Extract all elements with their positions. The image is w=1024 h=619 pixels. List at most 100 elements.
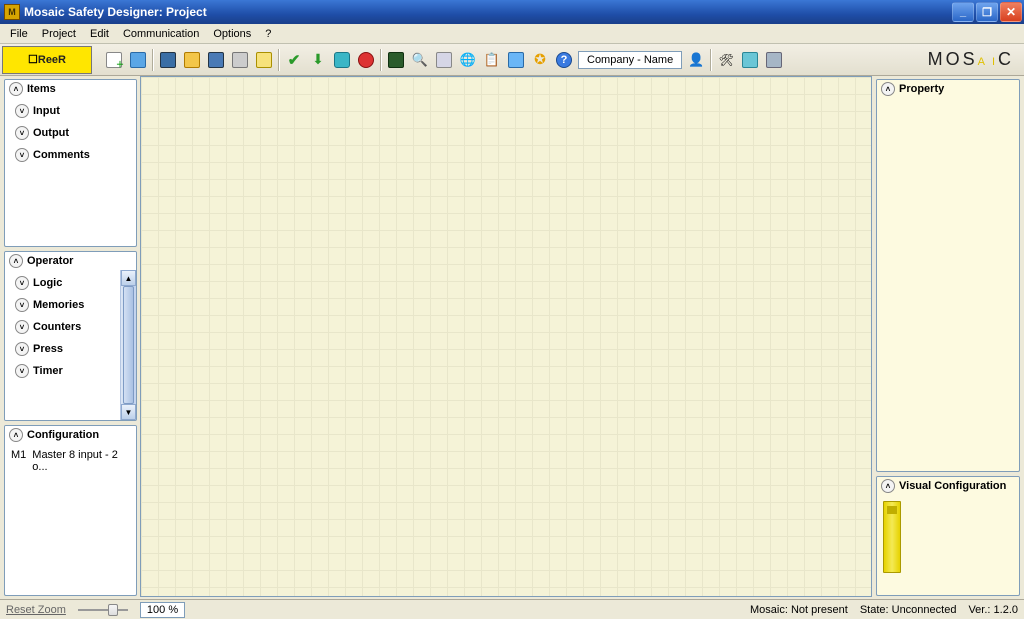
canvas-container (140, 76, 874, 599)
toolbar: ☐ReeR ＋ ✔ ⬇ 🔍 🌐 📋 ✪ ? Company - Name 👤 🛠… (0, 44, 1024, 76)
reset-zoom-link[interactable]: Reset Zoom (6, 604, 66, 616)
print-icon[interactable] (229, 49, 251, 71)
toolbar-separator (152, 49, 154, 71)
window-titlebar: M Mosaic Safety Designer: Project _ ❐ ✕ (0, 0, 1024, 24)
toolbar-separator (380, 49, 382, 71)
item-comments[interactable]: ˅Comments (7, 144, 134, 166)
item-output[interactable]: ˅Output (7, 122, 134, 144)
chevron-down-icon[interactable]: ˅ (15, 364, 29, 378)
scroll-thumb[interactable] (123, 286, 134, 404)
app-icon: M (4, 4, 20, 20)
panel-property-header[interactable]: ˄ Property (877, 80, 1019, 98)
menu-bar: File Project Edit Communication Options … (0, 24, 1024, 44)
panel-items-header[interactable]: ˄ Items (5, 80, 136, 98)
zoom-value: 100 % (140, 602, 185, 618)
status-version: Ver.: 1.2.0 (968, 604, 1018, 616)
zoom-slider[interactable] (78, 603, 128, 617)
brand-mosaic-logo: MOSAIC (928, 49, 1014, 70)
config-slot: M1 (11, 449, 26, 473)
scroll-up-arrow-icon[interactable]: ▲ (121, 270, 136, 286)
panel-configuration: ˄ Configuration M1 Master 8 input - 2 o.… (4, 425, 137, 596)
company-name-field[interactable]: Company - Name (578, 51, 682, 69)
chevron-up-icon[interactable]: ˄ (9, 428, 23, 442)
profile-icon[interactable]: 👤 (685, 49, 707, 71)
operator-timer[interactable]: ˅Timer (7, 360, 134, 382)
menu-communication[interactable]: Communication (117, 26, 205, 42)
config-icon[interactable] (763, 49, 785, 71)
menu-project[interactable]: Project (36, 26, 82, 42)
close-button[interactable]: ✕ (1000, 2, 1022, 22)
panel-operator-header[interactable]: ˄ Operator (5, 252, 136, 270)
chevron-up-icon[interactable]: ˄ (9, 254, 23, 268)
menu-options[interactable]: Options (207, 26, 257, 42)
right-column: ˄ Property ˄ Visual Configuration (874, 76, 1024, 599)
main-area: ˄ Items ˅Input ˅Output ˅Comments ˄ Opera… (0, 76, 1024, 599)
panel-property: ˄ Property (876, 79, 1020, 472)
clipboard-icon[interactable]: 📋 (481, 49, 503, 71)
pencil-icon[interactable] (253, 49, 275, 71)
status-mosaic: Mosaic: Not present (750, 604, 848, 616)
panel-visual-configuration: ˄ Visual Configuration (876, 476, 1020, 596)
menu-file[interactable]: File (4, 26, 34, 42)
module-icon[interactable] (739, 49, 761, 71)
chevron-up-icon[interactable]: ˄ (881, 479, 895, 493)
save-disk-icon[interactable] (205, 49, 227, 71)
operator-logic[interactable]: ˅Logic (7, 272, 134, 294)
folder-info-icon[interactable] (127, 49, 149, 71)
status-connection: State: Unconnected (860, 604, 957, 616)
screen-icon[interactable] (505, 49, 527, 71)
panel-items-title: Items (27, 83, 56, 95)
left-column: ˄ Items ˅Input ˅Output ˅Comments ˄ Opera… (0, 76, 140, 599)
help-icon[interactable]: ? (553, 49, 575, 71)
checkmark-icon[interactable]: ✔ (283, 49, 305, 71)
connect-icon[interactable] (331, 49, 353, 71)
panel-configuration-title: Configuration (27, 429, 99, 441)
panel-visual-configuration-header[interactable]: ˄ Visual Configuration (877, 477, 1019, 495)
panel-items: ˄ Items ˅Input ˅Output ˅Comments (4, 79, 137, 247)
config-row[interactable]: M1 Master 8 input - 2 o... (7, 446, 134, 476)
globe-icon[interactable]: 🌐 (457, 49, 479, 71)
menu-edit[interactable]: Edit (84, 26, 115, 42)
operator-counters[interactable]: ˅Counters (7, 316, 134, 338)
scrollbar[interactable]: ▲ ▼ (120, 270, 136, 420)
chevron-down-icon[interactable]: ˅ (15, 104, 29, 118)
tools-icon[interactable]: 🛠 (715, 49, 737, 71)
maximize-button[interactable]: ❐ (976, 2, 998, 22)
monitor-icon[interactable] (433, 49, 455, 71)
chevron-down-icon[interactable]: ˅ (15, 126, 29, 140)
scroll-down-arrow-icon[interactable]: ▼ (121, 404, 136, 420)
device-module-icon[interactable] (883, 501, 901, 573)
menu-help[interactable]: ? (259, 26, 277, 42)
record-icon[interactable] (355, 49, 377, 71)
chevron-down-icon[interactable]: ˅ (15, 276, 29, 290)
chevron-down-icon[interactable]: ˅ (15, 320, 29, 334)
chevron-up-icon[interactable]: ˄ (9, 82, 23, 96)
new-doc-icon[interactable]: ＋ (103, 49, 125, 71)
item-input[interactable]: ˅Input (7, 100, 134, 122)
toolbar-separator (710, 49, 712, 71)
chevron-down-icon[interactable]: ˅ (15, 342, 29, 356)
chevron-up-icon[interactable]: ˄ (881, 82, 895, 96)
operator-press[interactable]: ˅Press (7, 338, 134, 360)
config-desc: Master 8 input - 2 o... (32, 449, 130, 473)
magnifier-icon[interactable]: 🔍 (409, 49, 431, 71)
brand-reer-logo: ☐ReeR (2, 46, 92, 74)
save-icon[interactable] (157, 49, 179, 71)
chevron-down-icon[interactable]: ˅ (15, 148, 29, 162)
chevron-down-icon[interactable]: ˅ (15, 298, 29, 312)
panel-operator: ˄ Operator ˅Logic ˅Memories ˅Counters ˅P… (4, 251, 137, 421)
panel-visual-configuration-title: Visual Configuration (899, 480, 1006, 492)
slider-handle[interactable] (108, 604, 118, 616)
star-icon[interactable]: ✪ (529, 49, 551, 71)
open-folder-icon[interactable] (181, 49, 203, 71)
panel-operator-title: Operator (27, 255, 73, 267)
window-title: Mosaic Safety Designer: Project (24, 5, 952, 19)
chip-icon[interactable] (385, 49, 407, 71)
panel-configuration-header[interactable]: ˄ Configuration (5, 426, 136, 444)
status-bar: Reset Zoom 100 % Mosaic: Not present Sta… (0, 599, 1024, 619)
minimize-button[interactable]: _ (952, 2, 974, 22)
panel-property-title: Property (899, 83, 944, 95)
design-canvas[interactable] (140, 76, 872, 597)
download-icon[interactable]: ⬇ (307, 49, 329, 71)
operator-memories[interactable]: ˅Memories (7, 294, 134, 316)
